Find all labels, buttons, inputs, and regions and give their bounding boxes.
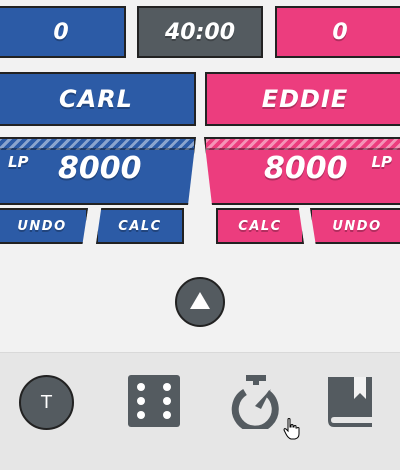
rulebook-button[interactable] <box>324 373 380 429</box>
player2-lp-stripe <box>206 139 400 150</box>
player2-lp-value: 8000 <box>264 151 348 186</box>
dice-button[interactable] <box>126 373 182 429</box>
player1-calc-button[interactable]: CALC <box>96 208 184 244</box>
triangle-up-icon <box>190 292 210 309</box>
player2-name-button[interactable]: EDDIE <box>205 72 400 126</box>
player1-lp-label: LP <box>8 153 29 171</box>
player1-score: 0 <box>0 6 126 58</box>
dice-icon <box>128 375 180 427</box>
player1-lp-stripe <box>0 139 194 150</box>
stopwatch-icon <box>231 375 279 433</box>
player2-undo-button[interactable]: UNDO <box>310 208 400 244</box>
player1-lp-value: 8000 <box>58 151 142 186</box>
match-timer[interactable]: 40:00 <box>137 6 263 58</box>
expand-up-button[interactable] <box>175 277 225 327</box>
player2-life-points[interactable]: 8000 LP <box>204 137 400 205</box>
player1-undo-button[interactable]: UNDO <box>0 208 88 244</box>
player1-life-points[interactable]: LP 8000 <box>0 137 196 205</box>
player2-calc-button[interactable]: CALC <box>216 208 304 244</box>
hand-cursor-icon <box>283 418 301 440</box>
player2-lp-label: LP <box>371 153 392 171</box>
player1-name-button[interactable]: CARL <box>0 72 196 126</box>
avatar-letter: T <box>41 392 52 413</box>
stopwatch-button[interactable] <box>228 373 284 433</box>
player2-score: 0 <box>275 6 400 58</box>
avatar-button[interactable]: T <box>19 375 74 430</box>
bookmark-book-icon <box>328 377 372 427</box>
